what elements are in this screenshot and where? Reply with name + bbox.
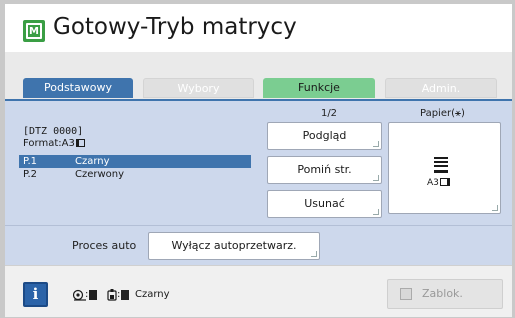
ink-color-label: Czarny [135,289,170,300]
page-number: P.1 [23,156,38,167]
header: M Gotowy-Tryb matrycy [5,4,512,52]
page-title: Gotowy-Tryb matrycy [53,14,297,40]
page-row[interactable]: P.2 Czerwony [19,168,251,181]
paper-orientation-icon [439,178,450,186]
paper-size: A3 [427,178,450,188]
lock-icon [400,288,412,300]
lock-button-label: Zablok. [422,287,463,300]
job-format: Format:A3 [23,138,85,150]
tab-admin[interactable]: Admin. [385,78,497,98]
paper-label: Papier(⚹) [420,108,465,119]
tab-options[interactable]: Wybory [143,78,254,98]
page-color: Czerwony [75,169,125,180]
basic-panel: [DTZ 0000] Format:A3 P.1 Czarny P.2 Czer… [5,99,512,225]
disable-auto-process-button[interactable]: Wyłącz autoprzetwarz. [148,232,320,260]
paper-stack-icon [434,157,448,173]
preview-button[interactable]: Podgląd [267,122,382,150]
page-row[interactable]: P.1 Czarny [19,155,251,168]
job-format-label: Format:A3 [23,138,75,149]
ink-level-icon [121,290,129,300]
mode-icon-letter: M [26,23,42,39]
paper-button[interactable]: A3 [388,122,501,214]
tab-basic[interactable]: Podstawowy [23,78,133,98]
screen: M Gotowy-Tryb matrycy Podstawowy Wybory … [5,4,512,317]
lock-button[interactable]: Zablok. [387,279,503,309]
auto-process-label: Proces auto [72,239,137,252]
page-color: Czarny [75,156,110,167]
ink-separator: : [117,289,121,300]
status-footer: i : : Czarny Zablok. [5,265,512,317]
tab-functions[interactable]: Funkcje [263,78,375,98]
drum-separator: : [85,289,89,300]
skip-page-button[interactable]: Pomiń str. [267,156,382,184]
info-button[interactable]: i [23,282,48,307]
delete-button[interactable]: Usunać [267,190,382,218]
master-mode-icon: M [23,20,45,42]
page-counter: 1/2 [320,108,338,119]
drum-level-icon [89,290,97,300]
tab-bar: Podstawowy Wybory Funkcje Admin. [5,52,512,99]
paper-size-label: A3 [427,178,439,188]
auto-process-bar: Proces auto Wyłącz autoprzetwarz. [5,225,512,265]
job-id: [DTZ 0000] [23,126,84,137]
job-info: [DTZ 0000] Format:A3 [23,126,85,150]
page-number: P.2 [23,169,38,180]
paper-orientation-icon [75,139,85,147]
ink-cartridge-icon [107,289,117,305]
